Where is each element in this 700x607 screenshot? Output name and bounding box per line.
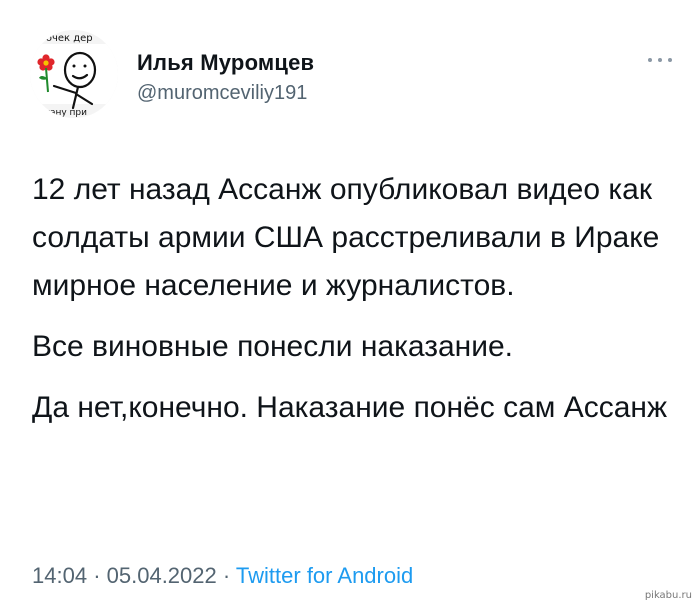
avatar[interactable]: точек дер аргану при [30, 30, 118, 118]
watermark: pikabu.ru [644, 590, 692, 601]
tweet-time[interactable]: 14:04 [32, 563, 87, 588]
display-name[interactable]: Илья Муромцев [137, 50, 314, 76]
avatar-top-text: точек дер [40, 33, 93, 44]
avatar-bottom-text: аргану при [34, 108, 87, 118]
user-handle[interactable]: @muromceviliy191 [137, 82, 307, 105]
tweet-text: 12 лет назад Ассанж опубликовал видео ка… [32, 166, 672, 445]
more-dot [658, 58, 662, 62]
more-dot [668, 58, 672, 62]
meta-separator: · [93, 563, 101, 588]
tweet-paragraph: 12 лет назад Ассанж опубликовал видео ка… [32, 173, 660, 302]
more-dot [648, 58, 652, 62]
more-options-icon[interactable] [642, 48, 678, 72]
tweet-card: точек дер аргану при Илья Муромцев @muro… [0, 0, 700, 607]
tweet-meta: 14:04 · 05.04.2022 · Twitter for Android [32, 563, 413, 589]
avatar-image: точек дер аргану при [30, 30, 118, 118]
tweet-source-link[interactable]: Twitter for Android [236, 563, 413, 588]
tweet-date[interactable]: 05.04.2022 [107, 563, 217, 588]
tweet-paragraph: Да нет,конечно. Наказание понёс сам Асса… [32, 391, 668, 424]
tweet-paragraph: Все виновные понесли наказание. [32, 330, 514, 363]
meta-separator: · [222, 563, 231, 588]
